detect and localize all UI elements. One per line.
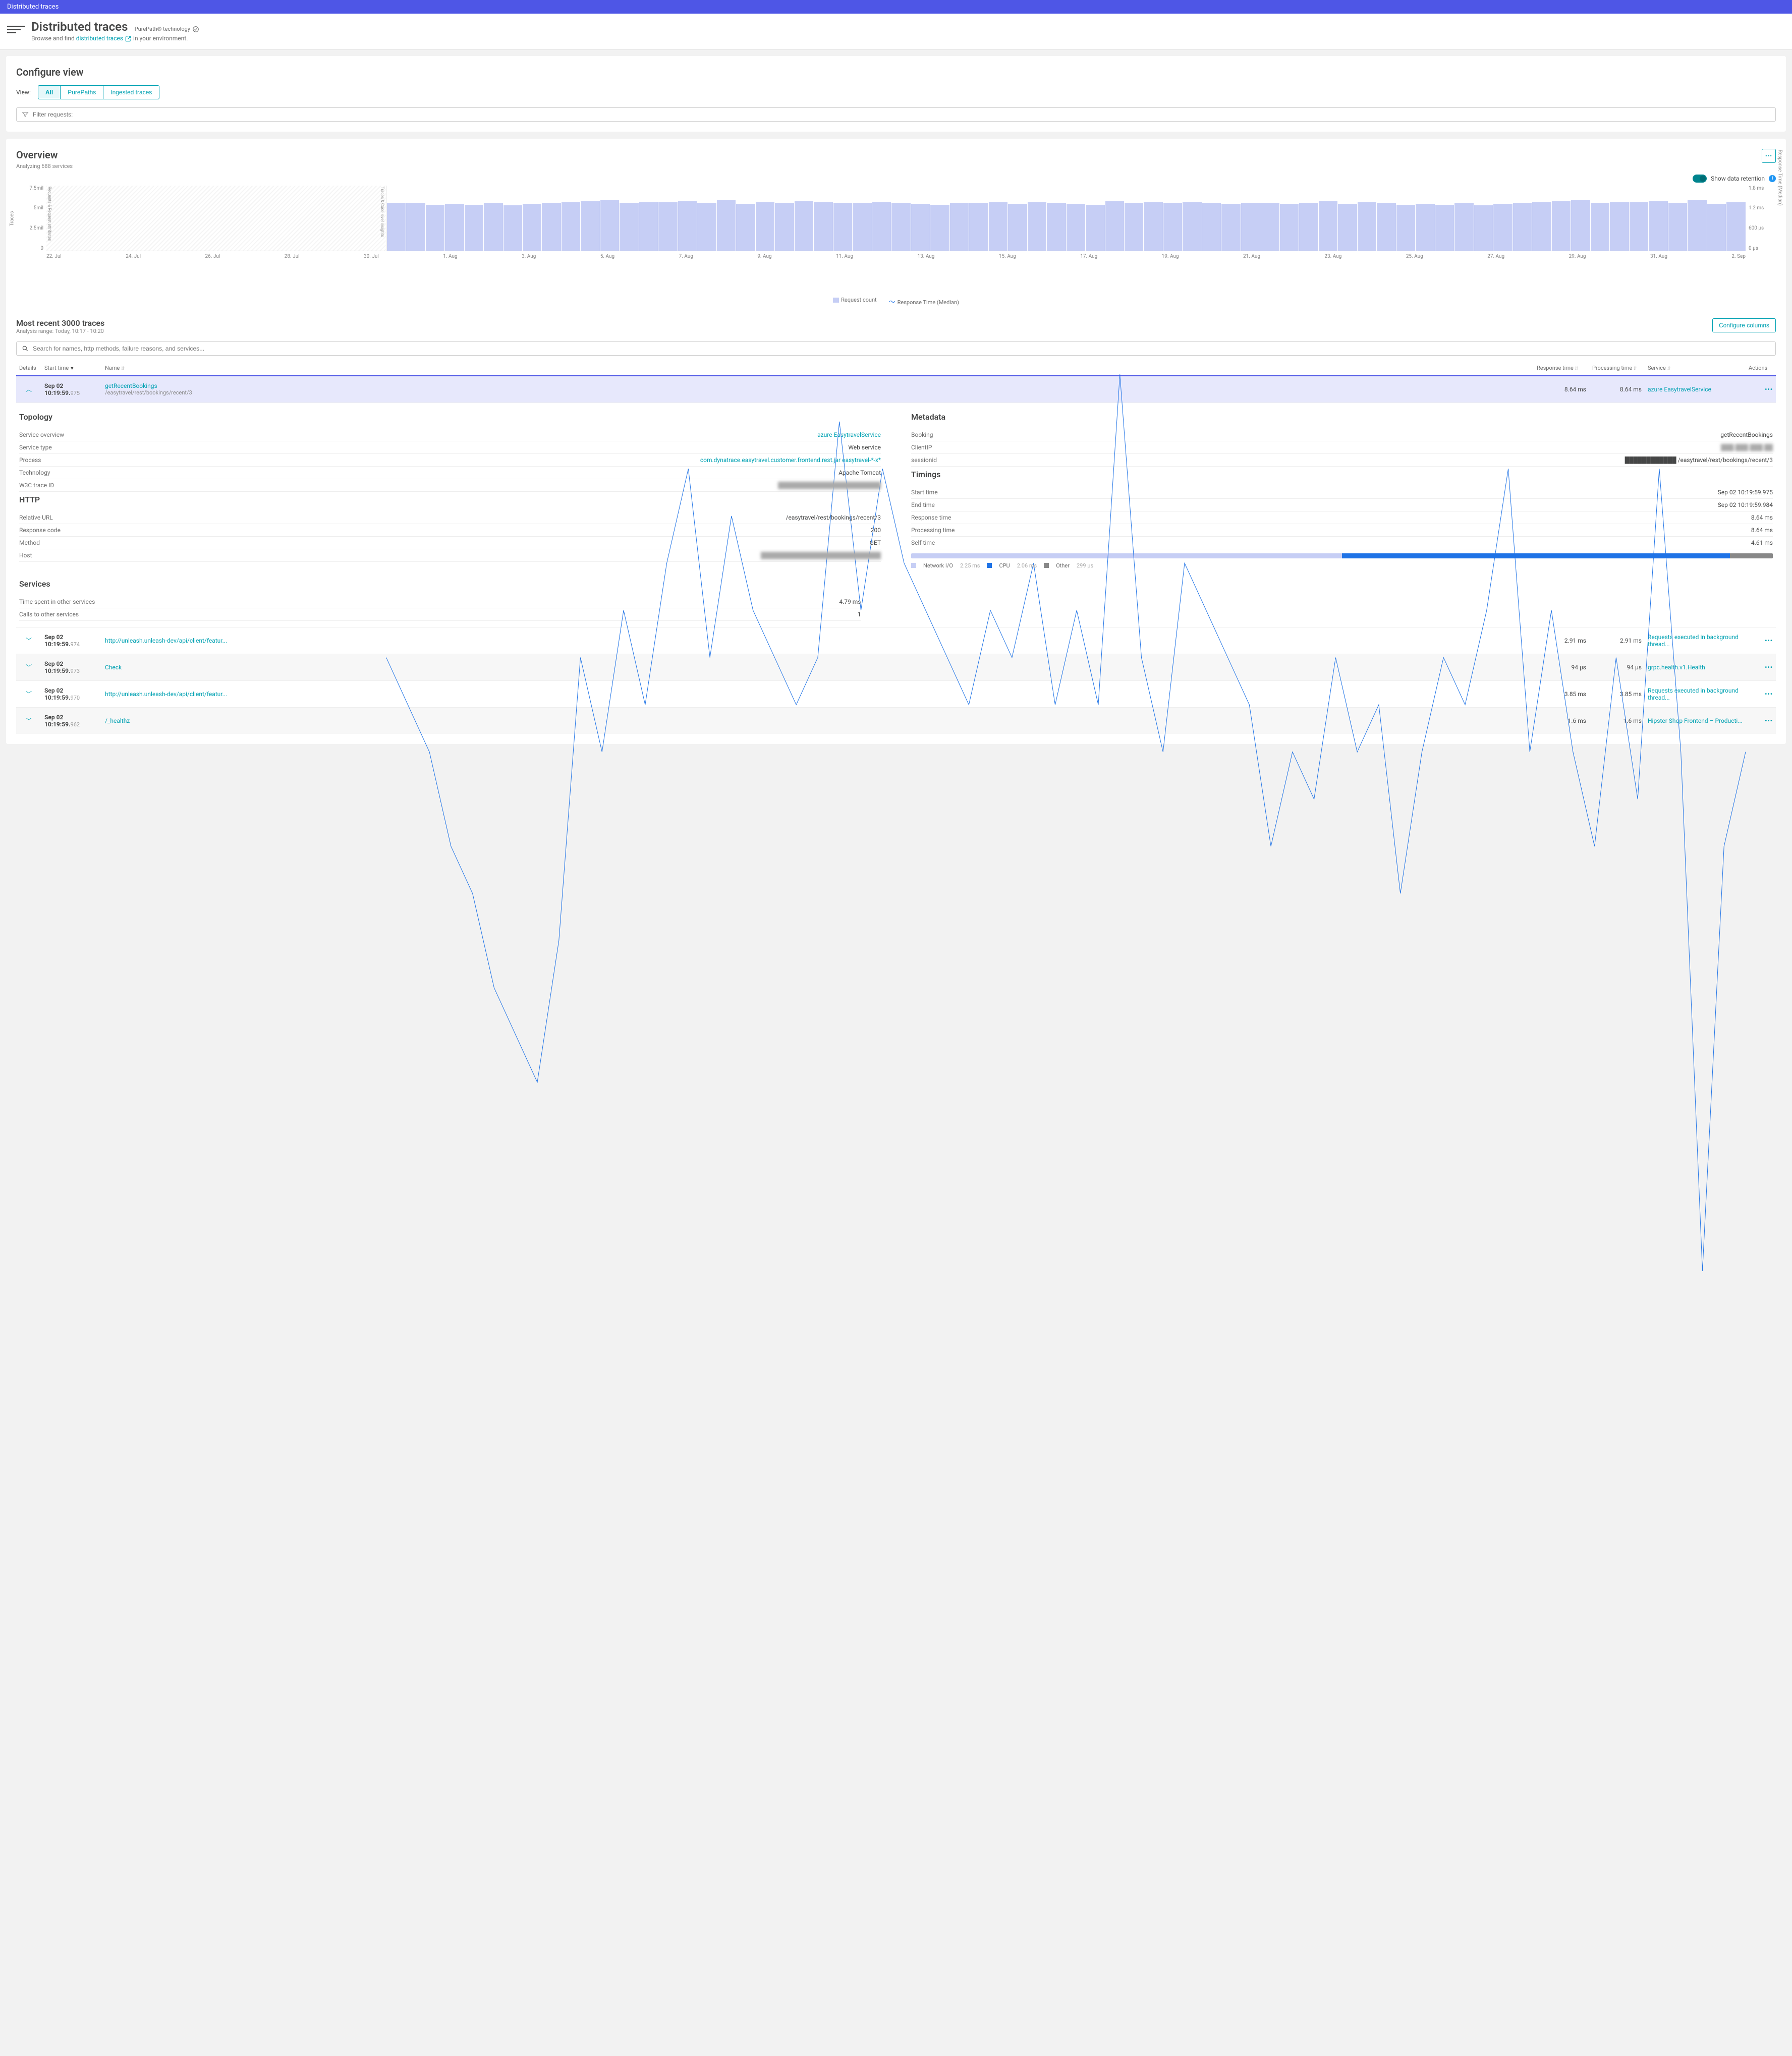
overview-chart[interactable]: Traces Response Time (Median) 7.5mil5mil… — [16, 186, 1776, 276]
y-axis-left-label: Traces — [10, 211, 15, 226]
row-actions-button[interactable]: ••• — [1765, 691, 1773, 698]
row-actions-button[interactable]: ••• — [1765, 717, 1773, 724]
page-header: Distributed traces PurePath® technology … — [0, 14, 1792, 50]
col-details[interactable]: Details — [16, 361, 41, 376]
chevron-down-icon[interactable]: ﹀ — [26, 690, 32, 698]
external-link-icon — [125, 35, 132, 42]
purepath-icon — [192, 26, 199, 33]
row-actions-button[interactable]: ••• — [1765, 664, 1773, 671]
col-actions: Actions — [1746, 361, 1776, 376]
retention-toggle[interactable] — [1693, 175, 1707, 183]
page-subtitle: Browse and find distributed traces in yo… — [31, 35, 199, 42]
row-actions-button[interactable]: ••• — [1765, 637, 1773, 644]
configure-view-card: Configure view View: All PurePaths Inges… — [6, 56, 1786, 132]
chevron-down-icon[interactable]: ﹀ — [26, 716, 32, 725]
chevron-down-icon[interactable]: ﹀ — [26, 636, 32, 645]
tab-purepaths[interactable]: PurePaths — [61, 85, 103, 99]
filter-requests-input[interactable] — [16, 107, 1776, 122]
info-icon[interactable]: i — [1769, 175, 1776, 182]
overview-more-button[interactable]: ⋯ — [1762, 149, 1776, 163]
y-right-ticks: 1.8 ms1.2 ms600 µs0 µs — [1749, 186, 1769, 251]
tab-all[interactable]: All — [38, 85, 61, 99]
tab-ingested[interactable]: Ingested traces — [103, 85, 159, 99]
filter-icon — [22, 111, 29, 118]
breadcrumb-item[interactable]: Distributed traces — [7, 3, 59, 11]
purepath-badge: PurePath® technology — [135, 26, 199, 33]
y-left-ticks: 7.5mil5mil2.5mil0 — [23, 186, 43, 251]
overview-subtitle: Analyzing 688 services — [16, 163, 73, 169]
traces-icon — [7, 22, 25, 37]
search-icon — [22, 345, 29, 352]
overview-title: Overview — [16, 149, 73, 161]
retention-toggle-label: Show data retention — [1711, 175, 1765, 182]
configure-view-title: Configure view — [16, 66, 1776, 78]
page-title: Distributed traces — [31, 20, 128, 34]
breadcrumb-bar: Distributed traces — [0, 0, 1792, 14]
y-axis-right-label: Response Time (Median) — [1777, 150, 1783, 206]
view-label: View: — [16, 89, 31, 96]
chevron-down-icon[interactable]: ﹀ — [26, 663, 32, 671]
view-tabs: All PurePaths Ingested traces — [38, 85, 159, 99]
overview-card: Overview Analyzing 688 services ⋯ Show d… — [6, 139, 1786, 744]
x-axis-ticks: 22. Jul24. Jul26. Jul28. Jul30. Jul1. Au… — [46, 254, 1746, 259]
row-actions-button[interactable]: ••• — [1765, 386, 1773, 393]
chevron-up-icon[interactable]: ︿ — [26, 385, 32, 393]
filter-field[interactable] — [33, 111, 1770, 118]
distributed-traces-link[interactable]: distributed traces — [76, 35, 132, 42]
